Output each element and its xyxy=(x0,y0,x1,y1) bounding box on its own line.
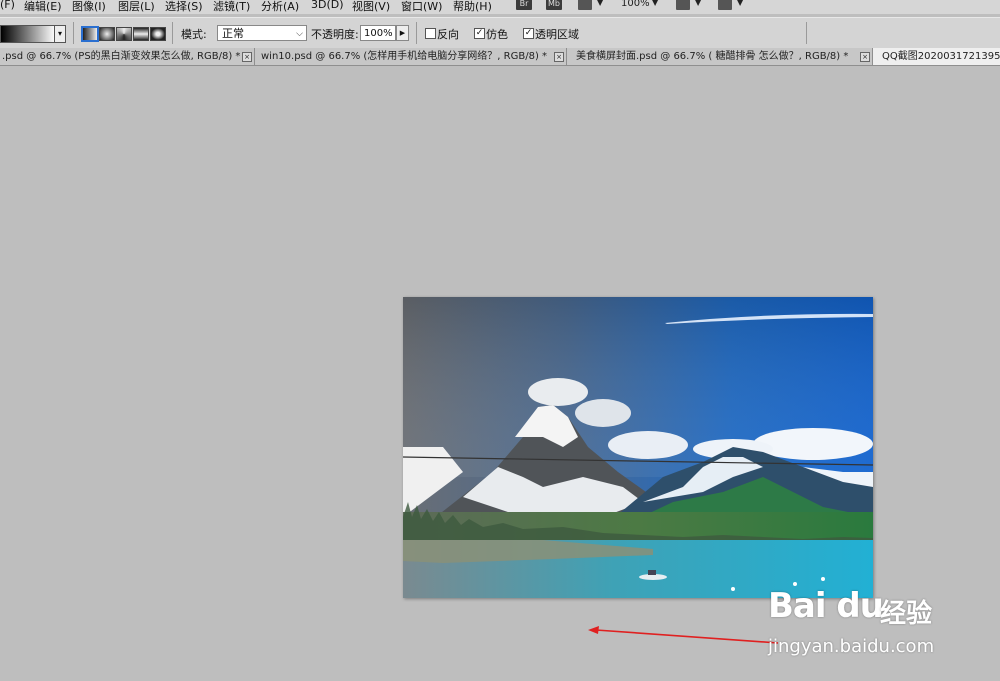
jingyan-watermark: 经验 xyxy=(880,599,933,629)
jingyan-url-watermark: jingyan.baidu.com xyxy=(768,636,935,657)
annotation-arrow xyxy=(588,626,779,644)
baidu-watermark: Bai du xyxy=(768,586,884,626)
